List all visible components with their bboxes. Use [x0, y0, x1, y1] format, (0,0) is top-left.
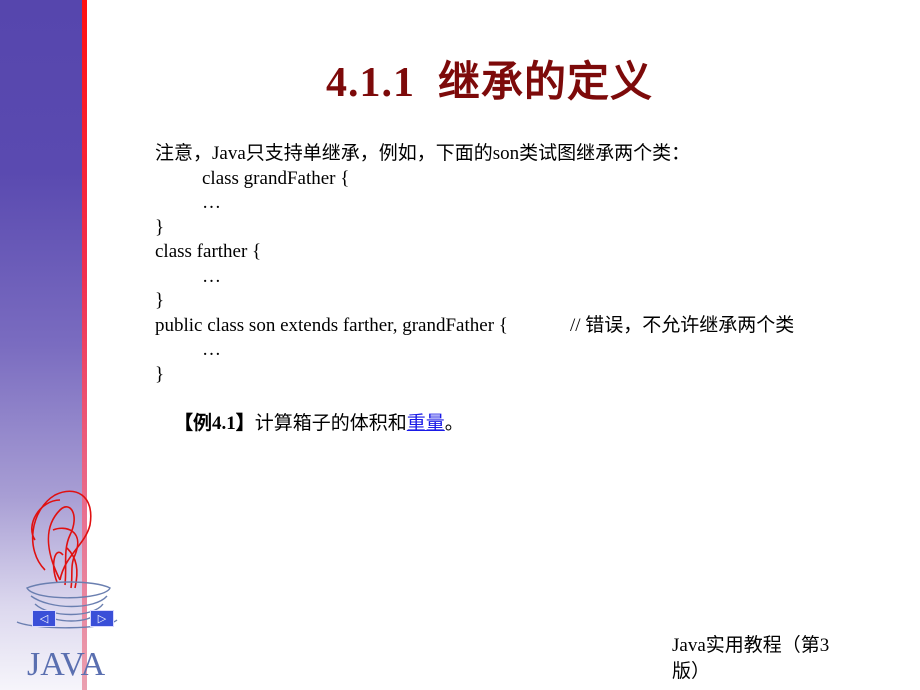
code-text: class grandFather { — [202, 167, 350, 189]
next-slide-button[interactable]: ▷ — [90, 610, 114, 627]
code-line: class farther { — [155, 240, 895, 265]
code-text: } — [155, 290, 165, 311]
code-line: class grandFather { — [155, 167, 895, 192]
code-line: } — [155, 363, 895, 388]
code-text: … — [202, 265, 221, 287]
example-text: 计算箱子的体积和 — [254, 412, 407, 434]
code-text: public class son extends farther, grandF… — [155, 314, 508, 336]
prev-arrow-icon: ◁ — [39, 612, 49, 625]
code-line: public class son extends farther, grandF… — [155, 314, 895, 339]
code-text: } — [155, 363, 165, 385]
example-tag: 【例4.1】 — [174, 412, 255, 434]
java-logo-icon: JAVA — [16, 490, 118, 683]
previous-slide-button[interactable]: ◁ — [32, 610, 56, 627]
code-line: … — [155, 265, 895, 290]
code-text: … — [202, 192, 221, 213]
code-line: } — [155, 289, 895, 314]
code-line: } — [155, 216, 895, 241]
weight-link[interactable]: 重量 — [407, 413, 445, 434]
code-line: … — [155, 191, 895, 216]
java-logo-text: JAVA — [27, 646, 106, 683]
example-line: 【例4.1】计算箱子的体积和重量。 — [155, 387, 895, 434]
code-text: } — [155, 216, 165, 238]
code-line: … — [155, 338, 895, 363]
code-text: class farther { — [155, 241, 262, 262]
footer-text: Java实用教程（第3版） — [672, 635, 830, 682]
slide-title: 4.1.1 继承的定义 — [326, 60, 654, 106]
code-comment: // 错误，不允许继承两个类 — [570, 314, 795, 336]
next-arrow-icon: ▷ — [97, 612, 107, 625]
code-text: … — [202, 339, 221, 360]
intro-text: 注意，Java只支持单继承，例如，下面的son类试图继承两个类： — [155, 143, 691, 164]
code-block: class grandFather { …} class farther { …} pu… — [155, 167, 895, 388]
example-end: 。 — [444, 412, 464, 434]
slide-content: 注意，Java只支持单继承，例如，下面的son类试图继承两个类： class g… — [155, 142, 895, 434]
